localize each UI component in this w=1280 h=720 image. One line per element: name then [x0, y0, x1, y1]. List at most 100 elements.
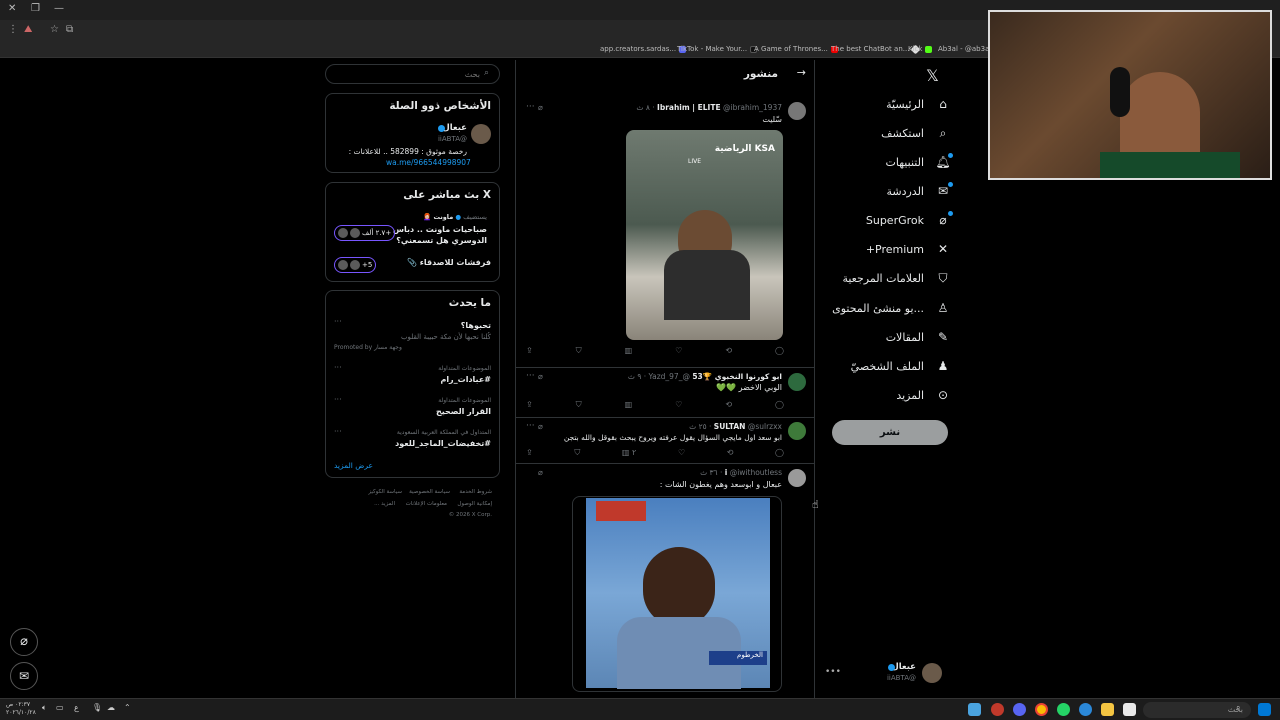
- tweet[interactable]: SULTAN @sulrzxx · ٢٥ ث ابو سعد اول مايجي…: [516, 418, 814, 464]
- views-icon[interactable]: ▥: [625, 346, 633, 356]
- tweet-author-name[interactable]: ابو كورنوا النخبوي 🏆53: [692, 372, 782, 381]
- bookmark-item[interactable]: A Game of Thrones...: [754, 45, 838, 53]
- footer-link[interactable]: شروط الخدمة: [459, 489, 492, 495]
- retweet-icon[interactable]: ⟲: [725, 400, 732, 410]
- bookmark-icon[interactable]: ⛉: [574, 448, 580, 458]
- grok-icon[interactable]: ⌀: [538, 422, 543, 431]
- reply-icon[interactable]: ◯: [775, 448, 784, 458]
- nav-supergrok[interactable]: ⌀ SuperGrok: [866, 208, 953, 232]
- reply-icon[interactable]: ◯: [775, 346, 784, 356]
- retweet-icon[interactable]: ⟲: [727, 448, 734, 458]
- whatsapp-icon[interactable]: [1057, 703, 1070, 716]
- host-name[interactable]: ماونت: [433, 213, 453, 221]
- footer-link[interactable]: إمكانية الوصول: [457, 501, 492, 507]
- nav-bookmarks[interactable]: ⛉ العلامات المرجعية: [842, 266, 950, 290]
- chrome-icon[interactable]: [1035, 703, 1048, 716]
- avatar[interactable]: [471, 124, 491, 144]
- taskbar-search[interactable]: بحث: [1143, 702, 1251, 718]
- post-button[interactable]: نشر: [832, 420, 948, 445]
- account-menu-icon[interactable]: •••: [825, 667, 841, 677]
- footer-link[interactable]: سياسة الخصوصية: [409, 489, 450, 495]
- taskbar-clock[interactable]: ٠٢:٣٧ ص ٢٠٢٦/١٠/٢٨: [6, 701, 36, 717]
- nav-articles[interactable]: ✎ المقالات: [886, 325, 950, 349]
- start-icon[interactable]: [1258, 703, 1271, 716]
- bookmark-item[interactable]: The best ChatBot an...: [831, 44, 921, 54]
- tweet-author-name[interactable]: Ibrahim | ELITE: [657, 103, 721, 112]
- grok-float-button[interactable]: ⌀: [10, 628, 38, 656]
- tweet[interactable]: Ibrahim | ELITE @ibrahim_1937 · ٨ ث سّلي…: [516, 96, 814, 368]
- trend-item[interactable]: الموضوعات المتداولة #عبادات_رام ···: [326, 361, 499, 389]
- tray-icon[interactable]: ☁: [107, 703, 115, 712]
- nav-messages[interactable]: ✉ الدردشة: [886, 179, 953, 203]
- listeners-pill[interactable]: ٢.٧ ألف+: [334, 225, 396, 241]
- avatar[interactable]: [788, 373, 806, 391]
- nav-more[interactable]: ⊙ المزيد: [896, 383, 950, 407]
- more-icon[interactable]: ···: [526, 371, 535, 381]
- space-title[interactable]: صباحيات ماونت .. دباس: [393, 225, 487, 234]
- volume-icon[interactable]: 🔈︎: [42, 703, 47, 713]
- nav-home[interactable]: ⌂ الرئيسيّة: [886, 92, 950, 116]
- tweet-author-name[interactable]: i: [725, 468, 728, 477]
- share-icon[interactable]: ⇪: [526, 448, 533, 458]
- show-more-link[interactable]: عرض المزيد: [334, 461, 373, 470]
- bookmark-icon[interactable]: ⛉: [576, 346, 582, 356]
- bio-link[interactable]: wa.me/966544998907: [386, 158, 471, 167]
- trend-item[interactable]: تحبوها؟ كُلنا نحبها لأن مكة حبيبة القلوب…: [326, 317, 499, 357]
- person-name[interactable]: عبعال: [442, 123, 467, 133]
- x-logo-icon[interactable]: 𝕏: [926, 66, 939, 85]
- share-icon[interactable]: ⧉: [66, 24, 73, 35]
- more-icon[interactable]: ···: [334, 427, 342, 436]
- reply-icon[interactable]: ◯: [775, 400, 784, 410]
- nav-notifications[interactable]: 🔔︎ التنبيهات: [886, 150, 953, 174]
- retweet-icon[interactable]: ⟲: [725, 346, 732, 356]
- restore-icon[interactable]: ❐: [31, 3, 40, 14]
- like-icon[interactable]: ♡: [675, 346, 682, 356]
- nav-creator-studio[interactable]: ♙ ...يو منشئ المحتوى: [832, 296, 950, 320]
- trend-item[interactable]: الموضوعات المتداولة القرار الصحيح ···: [326, 393, 499, 421]
- grok-icon[interactable]: ⌀: [538, 103, 543, 112]
- star-icon[interactable]: ☆: [50, 24, 59, 35]
- bookmark-icon[interactable]: ⛉: [576, 400, 582, 410]
- edge-icon[interactable]: [1079, 703, 1092, 716]
- back-arrow-icon[interactable]: →: [797, 66, 806, 79]
- nav-explore[interactable]: ⌕ استكشف: [881, 121, 950, 145]
- more-icon[interactable]: ···: [334, 363, 342, 372]
- share-icon[interactable]: ⇪: [526, 346, 533, 356]
- search-input[interactable]: [330, 67, 480, 81]
- store-icon[interactable]: [1123, 703, 1136, 716]
- bookmark-item[interactable]: Kick: [908, 45, 933, 53]
- views-button[interactable]: ▥ ٢: [622, 448, 636, 458]
- search-box[interactable]: ⌕: [325, 64, 500, 84]
- nav-premium[interactable]: ✕ Premium+: [866, 237, 950, 261]
- footer-link[interactable]: معلومات الإعلانات: [406, 501, 447, 507]
- avatar[interactable]: [788, 102, 806, 120]
- space-title[interactable]: فرفشات للاصدقاء 📎: [407, 258, 491, 267]
- bookmark-item[interactable]: TikTok - Make Your...: [677, 45, 758, 53]
- mic-icon[interactable]: 🎙︎: [92, 703, 102, 712]
- discord-icon[interactable]: [1013, 703, 1026, 716]
- chevron-up-icon[interactable]: ⌃: [124, 703, 131, 712]
- avatar[interactable]: [788, 422, 806, 440]
- bookmark-item[interactable]: app.creators.sardas...: [600, 45, 687, 53]
- footer-link[interactable]: المزيد ...: [374, 501, 395, 507]
- more-icon[interactable]: ···: [526, 102, 535, 112]
- language-icon[interactable]: ع: [74, 703, 79, 712]
- avatar[interactable]: [788, 469, 806, 487]
- like-icon[interactable]: ♡: [678, 448, 685, 458]
- more-icon[interactable]: ···: [334, 317, 342, 326]
- network-icon[interactable]: ▭: [56, 703, 64, 712]
- tweet-author-name[interactable]: SULTAN: [714, 422, 746, 431]
- views-icon[interactable]: ▥: [625, 400, 633, 410]
- more-icon[interactable]: ···: [334, 395, 342, 404]
- nav-profile[interactable]: ♟ الملف الشخصيّ: [851, 354, 950, 378]
- messages-float-button[interactable]: ✉: [10, 662, 38, 690]
- tweet[interactable]: i @iwithoutless · ٣٦ ث عبعال و ابوسعد وه…: [516, 464, 814, 700]
- folder-icon[interactable]: [1101, 703, 1114, 716]
- tweet-video[interactable]: الخرطوم: [572, 496, 782, 692]
- footer-link[interactable]: سياسة الكوكيز: [368, 489, 402, 495]
- share-icon[interactable]: ⇪: [526, 400, 533, 410]
- close-icon[interactable]: ✕: [8, 3, 16, 14]
- tweet[interactable]: ابو كورنوا النخبوي 🏆53 @_Yazd_97 · ٩ ث ا…: [516, 368, 814, 418]
- trend-item[interactable]: المتداول في المملكة العربية السعودية #تخ…: [326, 425, 499, 453]
- like-icon[interactable]: ♡: [675, 400, 682, 410]
